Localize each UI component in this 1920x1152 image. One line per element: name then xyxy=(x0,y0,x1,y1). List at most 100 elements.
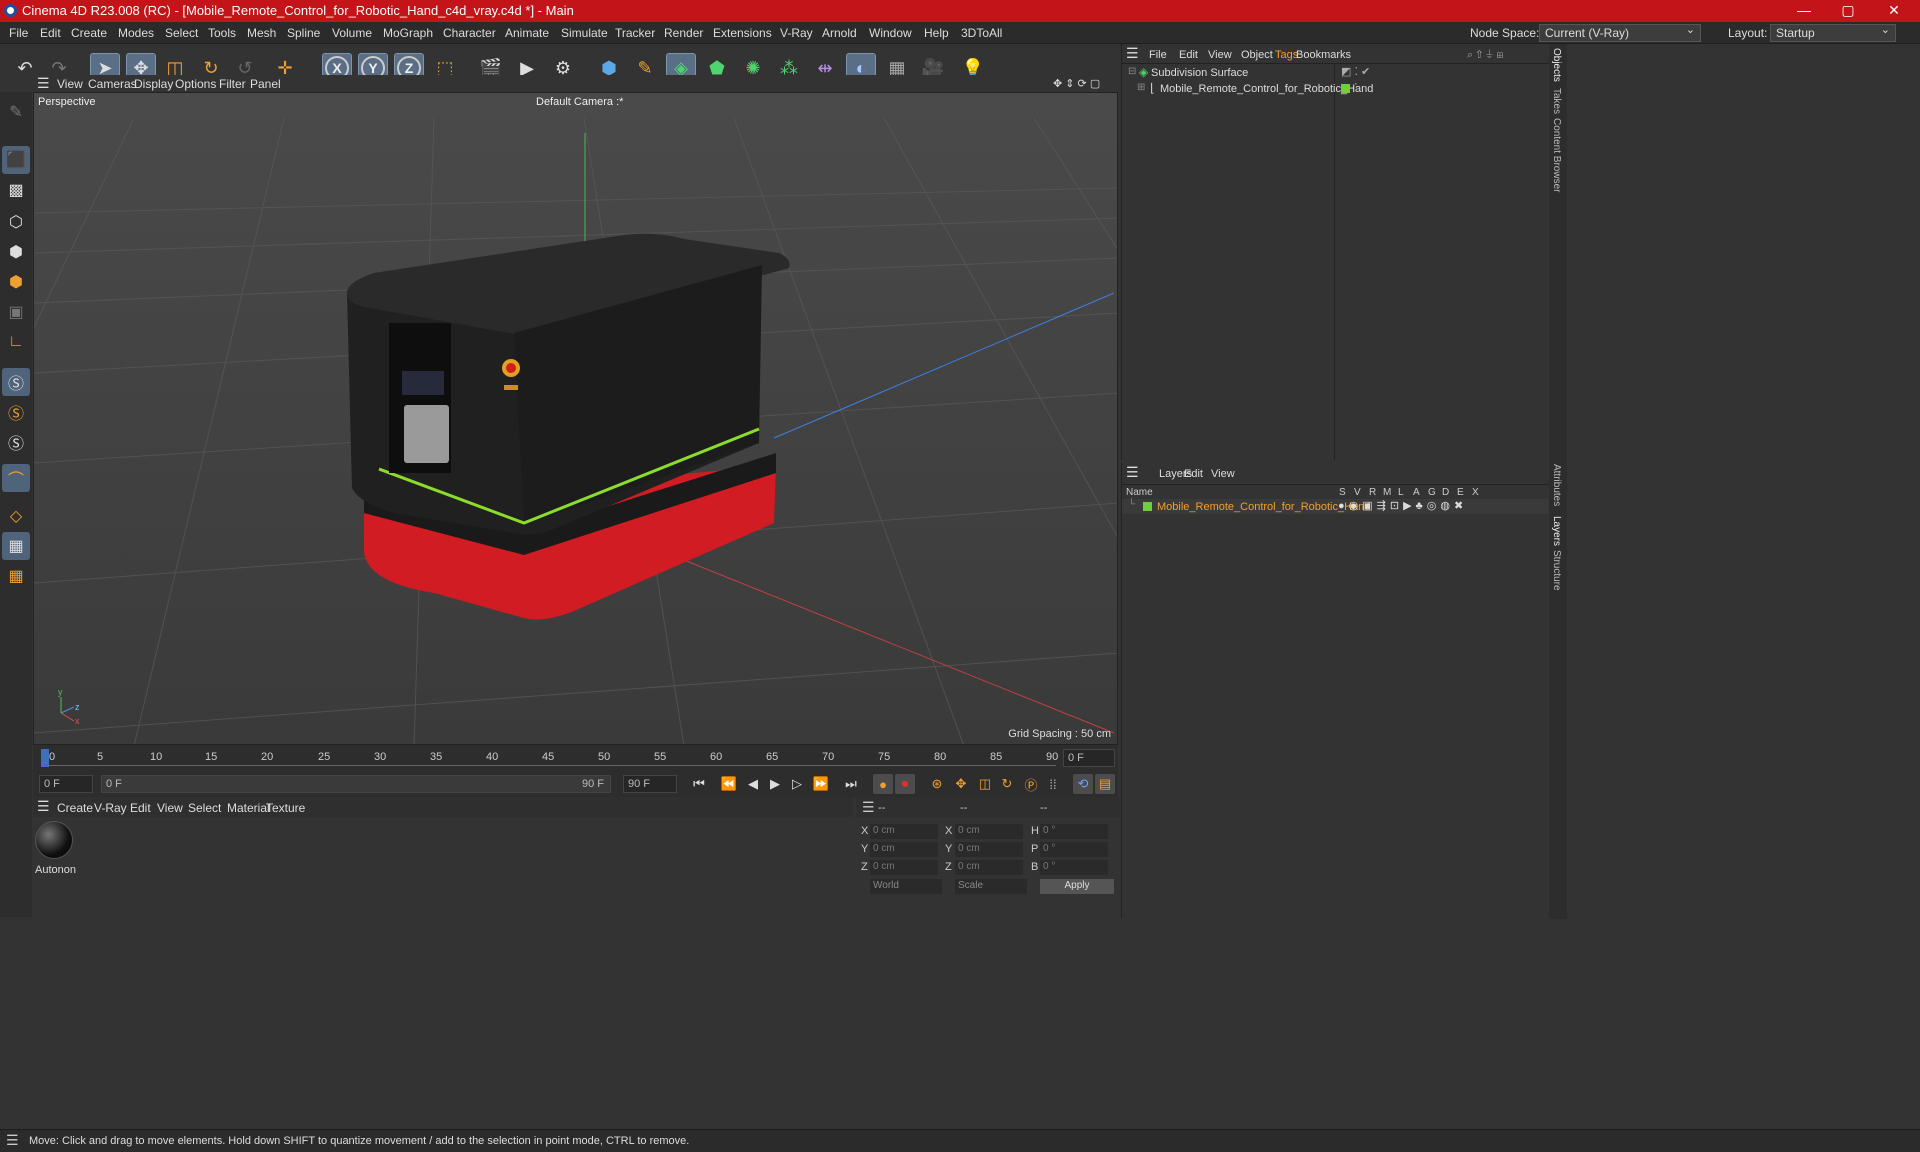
vp-menu-display[interactable]: Display xyxy=(134,77,173,91)
layer-menu-view[interactable]: View xyxy=(1211,468,1235,480)
object-row[interactable]: ⊞ ⌊ Mobile_Remote_Control_for_Robotic_Ha… xyxy=(1126,81,1546,97)
snap-workplane-icon[interactable]: Ⓢ xyxy=(2,428,30,456)
edges-mode-icon[interactable]: ⬢ xyxy=(2,238,30,266)
workplane-icon[interactable]: ◇ xyxy=(2,502,30,530)
play-icon[interactable]: ▶ xyxy=(765,774,785,794)
mat-menu-material[interactable]: Material xyxy=(227,801,270,815)
start-frame-field[interactable]: 0 F xyxy=(39,775,93,793)
obj-menu-edit[interactable]: Edit xyxy=(1179,49,1198,61)
snap-icon[interactable]: Ⓢ xyxy=(2,368,30,396)
menu-tracker[interactable]: Tracker xyxy=(615,26,655,40)
tab-attributes[interactable]: Attributes xyxy=(1551,464,1562,506)
menu-spline[interactable]: Spline xyxy=(287,26,320,40)
vp-menu-panel[interactable]: Panel xyxy=(250,77,281,91)
maximize-button[interactable]: ▢ xyxy=(1828,2,1868,19)
tab-structure[interactable]: Structure xyxy=(1551,550,1562,591)
mat-menu-texture[interactable]: Texture xyxy=(266,801,305,815)
rot-h-field[interactable]: 0 ° xyxy=(1040,824,1108,839)
timeline-window-icon[interactable]: ▤ xyxy=(1095,774,1115,794)
menu-3dtoall[interactable]: 3DToAll xyxy=(961,26,1002,40)
pos-z-field[interactable]: 0 cm xyxy=(870,860,938,875)
mat-menu-create[interactable]: Create xyxy=(57,801,93,815)
obj-menu-object[interactable]: Object xyxy=(1241,49,1273,61)
material-thumbnail[interactable] xyxy=(35,821,73,859)
paint-mode-icon[interactable]: ✎ xyxy=(2,98,30,126)
points-mode-icon[interactable]: ⬡ xyxy=(2,208,30,236)
mat-menu-edit[interactable]: Edit xyxy=(130,801,151,815)
prev-key-icon[interactable]: ⏪ xyxy=(719,774,739,794)
object-hamburger-icon[interactable]: ☰ xyxy=(1126,45,1139,62)
mat-menu-view[interactable]: View xyxy=(157,801,183,815)
rot-b-field[interactable]: 0 ° xyxy=(1040,860,1108,875)
menu-modes[interactable]: Modes xyxy=(118,26,154,40)
motion-mode-icon[interactable]: ⟲ xyxy=(1073,774,1093,794)
keyframe-selection-icon[interactable]: ⊛ xyxy=(927,774,947,794)
model-mode-icon[interactable]: ⬛ xyxy=(2,146,30,174)
menu-arnold[interactable]: Arnold xyxy=(822,26,857,40)
material-hamburger-icon[interactable]: ☰ xyxy=(37,798,50,815)
layer-row[interactable]: └ Mobile_Remote_Control_for_Robotic_Hand… xyxy=(1122,499,1549,514)
end-frame-field[interactable]: 90 F xyxy=(623,775,677,793)
current-frame-field[interactable]: 0 F xyxy=(1063,749,1115,767)
size-y-field[interactable]: 0 cm xyxy=(955,842,1023,857)
prev-frame-icon[interactable]: ◀ xyxy=(743,774,763,794)
menu-select[interactable]: Select xyxy=(165,26,198,40)
menu-help[interactable]: Help xyxy=(924,26,949,40)
obj-menu-view[interactable]: View xyxy=(1208,49,1232,61)
menu-simulate[interactable]: Simulate xyxy=(561,26,608,40)
object-search-icons[interactable]: ⌕ ⇧ ⏚ ⊞ xyxy=(1467,49,1503,62)
material-name[interactable]: Autonon xyxy=(35,864,76,876)
magnet-icon[interactable]: ⌒ xyxy=(2,464,30,492)
locked-workplane-icon[interactable]: ▦ xyxy=(2,562,30,590)
object-visibility-icons[interactable]: ◩ ⁚ ✔ xyxy=(1341,65,1370,78)
position-key-icon[interactable]: ✥ xyxy=(951,774,971,794)
close-button[interactable]: ✕ xyxy=(1874,2,1914,19)
layer-hamburger-icon[interactable]: ☰ xyxy=(1126,464,1139,481)
tab-objects[interactable]: Objects xyxy=(1551,48,1562,82)
rotation-key-icon[interactable]: ↻ xyxy=(997,774,1017,794)
expand-icon[interactable]: ⊟ xyxy=(1128,66,1136,77)
pla-key-icon[interactable]: ⁞⁞ xyxy=(1043,774,1063,794)
vp-menu-filter[interactable]: Filter xyxy=(219,77,246,91)
mat-menu-select[interactable]: Select xyxy=(188,801,221,815)
frame-range-slider[interactable]: 0 F 90 F xyxy=(101,775,611,793)
menu-create[interactable]: Create xyxy=(71,26,107,40)
pos-x-field[interactable]: 0 cm xyxy=(870,824,938,839)
goto-start-icon[interactable]: ⏮ xyxy=(689,774,709,794)
menu-file[interactable]: File xyxy=(9,26,28,40)
layer-color-swatch[interactable] xyxy=(1143,502,1152,511)
menu-render[interactable]: Render xyxy=(664,26,703,40)
next-frame-icon[interactable]: ▷ xyxy=(787,774,807,794)
size-x-field[interactable]: 0 cm xyxy=(955,824,1023,839)
object-visibility-dots-icon[interactable]: ⁚ xyxy=(1354,81,1358,94)
viewport-hamburger-icon[interactable]: ☰ xyxy=(37,75,50,92)
menu-mograph[interactable]: MoGraph xyxy=(383,26,433,40)
viewport-nav-icons[interactable]: ✥ ⇕ ⟳ ▢ xyxy=(1053,77,1100,90)
next-key-icon[interactable]: ⏩ xyxy=(811,774,831,794)
snap-settings-icon[interactable]: Ⓢ xyxy=(2,398,30,426)
tab-layers[interactable]: Layers xyxy=(1551,516,1562,546)
autokey-icon[interactable]: ⏺ xyxy=(895,774,915,794)
menu-character[interactable]: Character xyxy=(443,26,496,40)
menu-edit[interactable]: Edit xyxy=(40,26,61,40)
menu-extensions[interactable]: Extensions xyxy=(713,26,772,40)
coord-size-mode-dropdown[interactable]: Scale xyxy=(955,879,1027,894)
tab-content-browser[interactable]: Content Browser xyxy=(1551,118,1562,192)
menu-volume[interactable]: Volume xyxy=(332,26,372,40)
size-z-field[interactable]: 0 cm xyxy=(955,860,1023,875)
status-hamburger-icon[interactable]: ☰ xyxy=(6,1132,19,1149)
menu-window[interactable]: Window xyxy=(869,26,912,40)
polygons-mode-icon[interactable]: ⬢ xyxy=(2,268,30,296)
mat-menu-vray[interactable]: V-Ray xyxy=(94,801,127,815)
viewport-camera-label[interactable]: Default Camera :* xyxy=(536,96,623,108)
expand-icon[interactable]: ⊞ xyxy=(1137,82,1145,93)
vp-menu-view[interactable]: View xyxy=(57,77,83,91)
tab-takes[interactable]: Takes xyxy=(1551,88,1562,114)
object-row[interactable]: ⊟ ◈ Subdivision Surface ◩ ⁚ ✔ xyxy=(1126,65,1546,81)
record-keys-icon[interactable]: ● xyxy=(873,774,893,794)
vp-menu-cameras[interactable]: Cameras xyxy=(88,77,137,91)
vp-menu-options[interactable]: Options xyxy=(175,77,216,91)
parameter-key-icon[interactable]: Ⓟ xyxy=(1021,774,1041,794)
scale-key-icon[interactable]: ◫ xyxy=(975,774,995,794)
layout-dropdown[interactable]: Startup xyxy=(1770,23,1896,42)
